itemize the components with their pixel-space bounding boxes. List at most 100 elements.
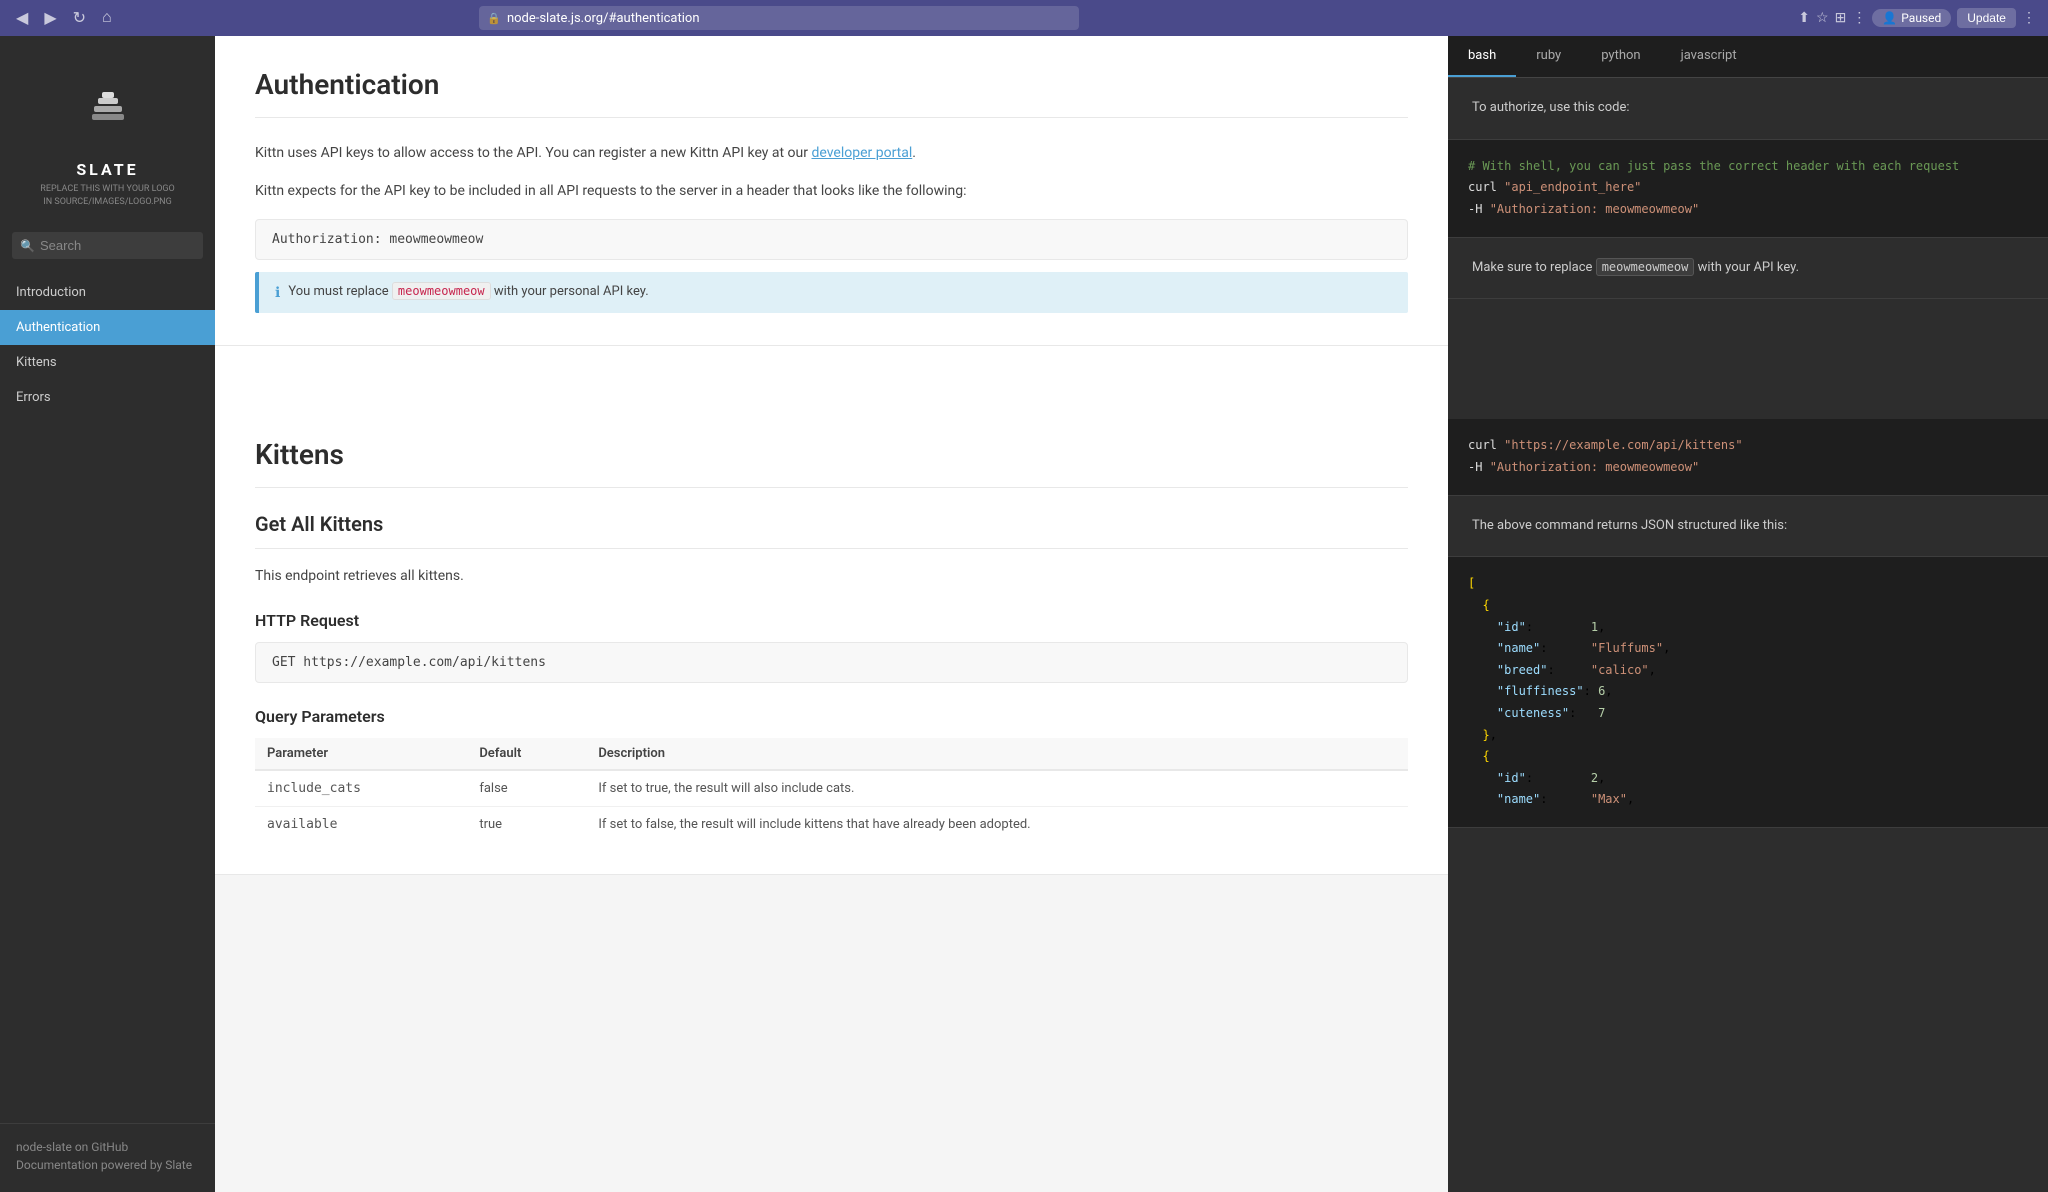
http-req-heading: HTTP Request (255, 611, 1408, 630)
kittens-curl-flag: -H (1468, 460, 1490, 474)
kittens-curl-line-1: curl "https://example.com/api/kittens" (1468, 435, 2028, 457)
right-json-label: The above command returns JSON structure… (1448, 496, 2048, 558)
right-auth-label: To authorize, use this code: (1448, 78, 2048, 140)
logo-icon (84, 84, 132, 132)
right-json-code: [ { "id": 1, "name": "Fluffums", "breed"… (1448, 557, 2048, 828)
auth-para1: Kittn uses API keys to allow access to t… (255, 142, 1408, 164)
github-link[interactable]: node-slate on GitHub (16, 1140, 199, 1154)
kittens-content-section: Kittens Get All Kittens This endpoint re… (215, 406, 1448, 875)
desc-col-header: Description (586, 738, 1408, 770)
logo-subtitle: REPLACE THIS WITH YOUR LOGOIN SOURCE/IMA… (16, 183, 199, 208)
json-breed: "breed": "calico", (1468, 660, 2028, 682)
json-obj-close-1: }, (1468, 725, 2028, 747)
forward-button[interactable]: ▶ (40, 4, 60, 32)
address-bar[interactable]: 🔒 node-slate.js.org/#authentication (479, 6, 1079, 30)
developer-portal-link[interactable]: developer portal (811, 145, 912, 161)
info-text-start: You must replace (288, 284, 392, 299)
sidebar-footer: node-slate on GitHub Documentation power… (0, 1123, 215, 1192)
param-desc-1: If set to true, the result will also inc… (586, 770, 1408, 807)
json-cuteness: "cuteness": 7 (1468, 703, 2028, 725)
replace-text-end: with your API key. (1694, 260, 1799, 275)
more-icon[interactable]: ⋮ (1852, 10, 1866, 26)
auth-para2: Kittn expects for the API key to be incl… (255, 180, 1408, 202)
tab-python[interactable]: python (1581, 36, 1660, 77)
default-col-header: Default (467, 738, 586, 770)
param-default-1: false (467, 770, 586, 807)
sidebar-search[interactable]: 🔍 (0, 224, 215, 267)
json-open-bracket: [ (1468, 573, 2028, 595)
curl-line-2: -H "Authorization: meowmeowmeow" (1468, 199, 2028, 221)
refresh-button[interactable]: ↻ (69, 4, 90, 32)
param-name-1: include_cats (255, 770, 467, 807)
app-layout: SLATE REPLACE THIS WITH YOUR LOGOIN SOUR… (0, 36, 2048, 1192)
json-fluffiness: "fluffiness": 6, (1468, 681, 2028, 703)
table-row: include_cats false If set to true, the r… (255, 770, 1408, 807)
get-all-kittens-heading: Get All Kittens (255, 512, 1408, 549)
tab-javascript[interactable]: javascript (1661, 36, 1757, 77)
sidebar-item-authentication[interactable]: Authentication (0, 310, 215, 345)
kittens-heading: Kittens (255, 438, 1408, 488)
browser-actions: ⬆ ☆ ⊞ ⋮ 👤 Paused Update ⋮ (1798, 8, 2036, 28)
auth-code-text: Authorization: meowmeowmeow (272, 232, 483, 247)
auth-para1-end: . (912, 145, 916, 161)
paused-badge: 👤 Paused (1872, 9, 1951, 27)
auth-code-block: Authorization: meowmeowmeow (255, 219, 1408, 260)
back-button[interactable]: ◀ (12, 4, 32, 32)
tab-ruby[interactable]: ruby (1516, 36, 1581, 77)
sidebar: SLATE REPLACE THIS WITH YOUR LOGOIN SOUR… (0, 36, 215, 1192)
auth-spacer (215, 346, 1448, 406)
right-kittens-code: curl "https://example.com/api/kittens" -… (1448, 419, 2048, 495)
param-col-header: Parameter (255, 738, 467, 770)
right-panel: bash ruby python javascript To authorize… (1448, 36, 2048, 1192)
curl-header-value: "Authorization: meowmeowmeow" (1490, 202, 1700, 216)
authorize-label: To authorize, use this code: (1472, 100, 1630, 115)
sidebar-item-kittens[interactable]: Kittens (0, 345, 215, 380)
main-content: Authentication Kittn uses API keys to al… (215, 36, 1448, 1192)
kittens-curl-line-2: -H "Authorization: meowmeowmeow" (1468, 457, 2028, 479)
params-table: Parameter Default Description include_ca… (255, 738, 1408, 842)
json-obj-open: { (1468, 595, 2028, 617)
info-icon: ℹ (275, 285, 280, 301)
json-name: "name": "Fluffums", (1468, 638, 2028, 660)
json-id: "id": 1, (1468, 617, 2028, 639)
code-comment: # With shell, you can just pass the corr… (1468, 156, 2028, 178)
update-button[interactable]: Update (1957, 8, 2016, 28)
json-name-2: "name": "Max", (1468, 789, 2028, 811)
info-text-end: with your personal API key. (491, 284, 649, 299)
kittens-curl-url: "https://example.com/api/kittens" (1504, 438, 1742, 452)
info-text: You must replace meowmeowmeow with your … (288, 284, 648, 299)
param-default-2: true (467, 807, 586, 843)
http-req-code: GET https://example.com/api/kittens (272, 655, 546, 670)
right-replace-label: Make sure to replace meowmeowmeow with y… (1448, 238, 2048, 300)
table-row: available true If set to false, the resu… (255, 807, 1408, 843)
json-obj-open-2: { (1468, 746, 2028, 768)
curl-line-1: curl "api_endpoint_here" (1468, 177, 2028, 199)
kittens-curl-auth: "Authorization: meowmeowmeow" (1490, 460, 1700, 474)
param-name-2: available (255, 807, 467, 843)
replace-code: meowmeowmeow (1596, 258, 1695, 276)
share-icon[interactable]: ⬆ (1798, 10, 1810, 26)
home-button[interactable]: ⌂ (98, 5, 116, 31)
param-desc-2: If set to false, the result will include… (586, 807, 1408, 843)
curl-endpoint: "api_endpoint_here" (1504, 180, 1641, 194)
url-text: node-slate.js.org/#authentication (507, 11, 700, 26)
extensions-icon[interactable]: ⊞ (1835, 10, 1847, 26)
search-input[interactable] (12, 232, 203, 259)
auth-heading: Authentication (255, 68, 1408, 118)
get-all-desc: This endpoint retrieves all kittens. (255, 565, 1408, 587)
menu-dots-icon[interactable]: ⋮ (2022, 10, 2036, 26)
http-req-code-block: GET https://example.com/api/kittens (255, 642, 1408, 683)
tab-bash[interactable]: bash (1448, 36, 1516, 77)
star-icon[interactable]: ☆ (1816, 10, 1829, 26)
powered-by-link[interactable]: Documentation powered by Slate (16, 1158, 199, 1172)
search-icon: 🔍 (20, 239, 35, 253)
logo-name: SLATE (16, 160, 199, 179)
curl-header-flag: -H (1468, 202, 1490, 216)
sidebar-item-errors[interactable]: Errors (0, 380, 215, 415)
kittens-curl-cmd: curl (1468, 438, 1504, 452)
sidebar-item-introduction[interactable]: Introduction (0, 275, 215, 310)
replace-text-start: Make sure to replace (1472, 260, 1596, 275)
info-inline-code: meowmeowmeow (392, 282, 491, 300)
lock-icon: 🔒 (487, 12, 501, 25)
query-params-heading: Query Parameters (255, 707, 1408, 726)
